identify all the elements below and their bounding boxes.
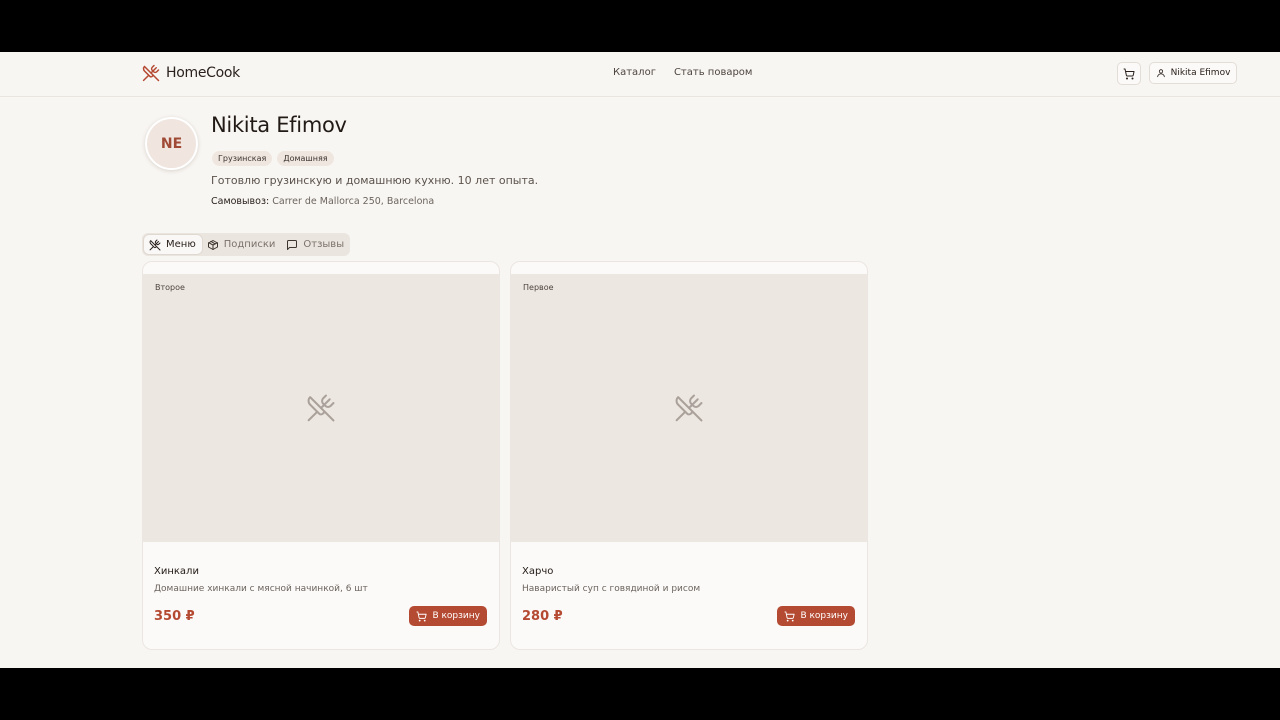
utensils-crossed-icon <box>142 64 160 82</box>
add-to-cart-button[interactable]: В корзину <box>409 606 487 626</box>
brand-name: HomeCook <box>166 65 240 81</box>
app-viewport: HomeCook Каталог Стать поваром Nikita Ef… <box>0 52 1280 668</box>
dish-category-badge: Первое <box>523 283 554 292</box>
chat-icon <box>287 239 298 250</box>
box-icon <box>207 239 218 250</box>
add-to-cart-button[interactable]: В корзину <box>777 606 855 626</box>
dish-name: Харчо <box>522 566 554 577</box>
dish-description: Наваристый суп с говядиной и рисом <box>522 584 701 594</box>
tab-menu-label: Меню <box>166 239 196 250</box>
utensils-icon <box>149 239 161 250</box>
cuisine-tags: Грузинская Домашняя <box>212 151 334 166</box>
tab-menu[interactable]: Меню <box>144 235 202 254</box>
add-to-cart-label: В корзину <box>432 611 480 621</box>
pickup-label: Самовывоз: <box>211 196 270 207</box>
user-icon <box>1156 69 1165 78</box>
chef-avatar: NE <box>145 117 198 170</box>
add-to-cart-label: В корзину <box>800 611 848 621</box>
cuisine-tag: Домашняя <box>277 151 334 166</box>
chef-bio: Готовлю грузинскую и домашнюю кухню. 10 … <box>211 174 539 187</box>
pickup-address: Carrer de Mallorca 250, Barcelona <box>272 196 435 207</box>
user-name: Nikita Efimov <box>1170 68 1231 78</box>
tab-reviews-label: Отзывы <box>303 239 345 250</box>
cart-icon <box>416 610 428 622</box>
main-nav: Каталог Стать поваром <box>613 67 752 78</box>
dish-category-badge: Второе <box>155 283 185 292</box>
tab-reviews[interactable]: Отзывы <box>281 235 350 254</box>
tab-subscriptions[interactable]: Подписки <box>202 235 282 254</box>
pickup-info: Самовывоз: Carrer de Mallorca 250, Barce… <box>211 196 434 207</box>
brand-logo[interactable]: HomeCook <box>142 64 240 82</box>
dish-image-placeholder: Второе <box>143 274 499 542</box>
cuisine-tag: Грузинская <box>212 151 273 166</box>
dish-name: Хинкали <box>154 566 199 577</box>
nav-link-become-chef[interactable]: Стать поваром <box>674 67 753 78</box>
user-menu-button[interactable]: Nikita Efimov <box>1149 62 1237 84</box>
tab-subscriptions-label: Подписки <box>223 239 276 250</box>
cart-button[interactable] <box>1117 62 1141 85</box>
profile-tabs: Меню Подписки Отзывы <box>142 233 350 256</box>
dish-card[interactable]: Второе Хинкали Домашние хинкали с мясной… <box>142 261 500 650</box>
utensils-crossed-icon <box>307 394 335 422</box>
dish-price: 280 ₽ <box>522 609 563 624</box>
dish-card[interactable]: Первое Харчо Наваристый суп с говядиной … <box>510 261 868 650</box>
cart-icon <box>784 610 796 622</box>
dish-image-placeholder: Первое <box>511 274 867 542</box>
dish-description: Домашние хинкали с мясной начинкой, 6 шт <box>154 584 368 594</box>
dish-price: 350 ₽ <box>154 609 195 624</box>
chef-name: Nikita Efimov <box>211 113 347 137</box>
utensils-crossed-icon <box>675 394 703 422</box>
cart-icon <box>1123 68 1135 79</box>
top-navbar: HomeCook Каталог Стать поваром Nikita Ef… <box>0 52 1280 97</box>
nav-link-catalog[interactable]: Каталог <box>613 67 656 78</box>
